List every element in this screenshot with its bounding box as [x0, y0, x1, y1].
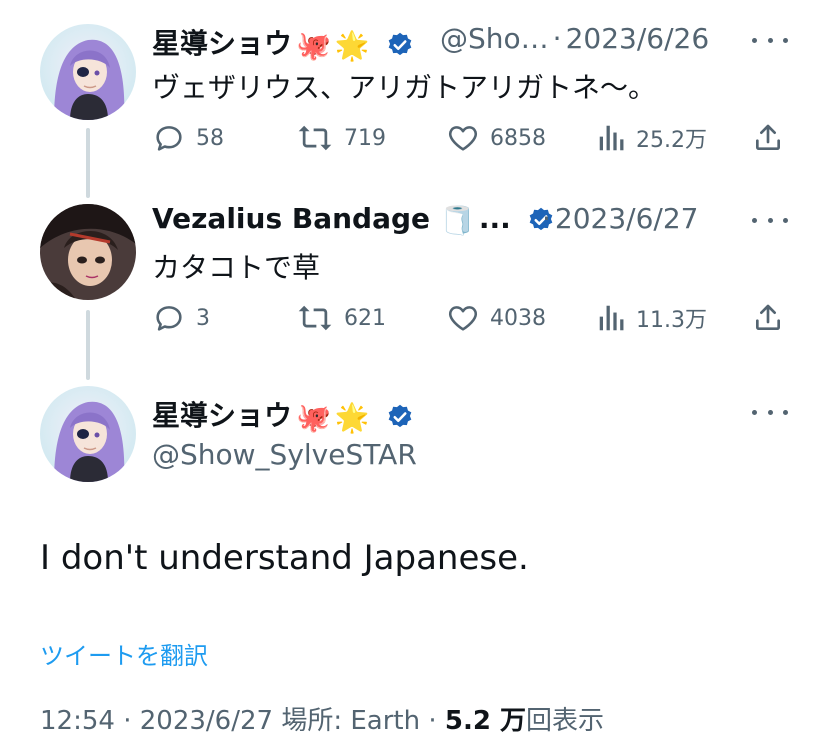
- tweet2-meta: · 2023/6/27: [542, 202, 698, 235]
- tweet1-share-button[interactable]: [752, 118, 794, 158]
- thread-line-2: [86, 310, 90, 380]
- thread-line-1: [86, 128, 90, 198]
- tweet1-actions: 58 719 6858 25.2万: [152, 118, 788, 158]
- avatar-shou-main[interactable]: [40, 386, 136, 482]
- tweet1-name-text: 星導ショウ: [152, 27, 293, 60]
- tweet2-name-ellipsis: ...: [478, 202, 511, 235]
- tweet2-retweet-count: 621: [344, 305, 386, 331]
- tweet2-reply-count: 3: [196, 305, 210, 331]
- tweet2-like-count: 4038: [490, 305, 546, 331]
- tweet1-reply-button[interactable]: 58: [152, 118, 224, 158]
- tweet2-like-button[interactable]: 4038: [446, 298, 546, 338]
- tweet2-sep: ·: [542, 202, 551, 235]
- tweet2-more-icon[interactable]: [752, 206, 788, 234]
- footer-views-label: 回表示: [526, 706, 605, 736]
- verified-badge-icon: [388, 32, 411, 56]
- avatar-vezalius[interactable]: [40, 204, 136, 300]
- tweet-footer: 12:54 · 2023/6/27 場所: Earth · 5.2 万回表示: [40, 700, 604, 737]
- views-icon: [599, 125, 624, 151]
- views-icon: [599, 305, 624, 331]
- tweet1-reply-count: 58: [196, 125, 224, 151]
- reply-icon: [156, 306, 182, 331]
- tweet1-sep: ·: [552, 22, 562, 55]
- star-emoji: 🌟: [334, 28, 370, 62]
- main-name-text: 星導ショウ: [152, 399, 293, 432]
- footer-date[interactable]: 2023/6/27: [140, 706, 273, 736]
- share-icon: [756, 304, 780, 330]
- tweet1-date[interactable]: 2023/6/26: [566, 22, 710, 55]
- reply-icon: [156, 126, 182, 151]
- tweet1-more-icon[interactable]: [752, 26, 788, 54]
- tweet1-text: ヴェザリウス、アリガトアリガトネ〜。: [152, 71, 657, 104]
- tweet2-name-text: Vezalius Bandage: [152, 202, 431, 235]
- tweet1-views-button[interactable]: 25.2万: [598, 118, 707, 158]
- footer-views-count: 5.2 万: [444, 706, 526, 736]
- tweet2-views-count: 11.3万: [636, 308, 707, 333]
- tweet2-actions: 3 621 4038 11.3万: [152, 298, 788, 338]
- heart-icon: [448, 306, 478, 331]
- avatar-shou[interactable]: [40, 24, 136, 120]
- heart-icon: [448, 126, 478, 151]
- main-handle[interactable]: @Show_SylveSTAR: [152, 438, 417, 471]
- tweet1-author-name[interactable]: 星導ショウ 🐙 🌟: [152, 22, 414, 62]
- tweet1-retweet-count: 719: [344, 125, 386, 151]
- star-emoji: 🌟: [334, 400, 370, 434]
- tweet2-views-button[interactable]: 11.3万: [598, 298, 707, 338]
- tweet2-author-name[interactable]: Vezalius Bandage 🧻...: [152, 202, 555, 237]
- tweet2-date[interactable]: 2023/6/27: [555, 202, 699, 235]
- tweet1-like-button[interactable]: 6858: [446, 118, 546, 158]
- tweet1-handle[interactable]: @Sho…: [440, 22, 549, 55]
- octopus-emoji: 🐙: [296, 400, 331, 434]
- tweet1-meta: @Sho… · 2023/6/26: [440, 22, 709, 55]
- footer-sep-2: ·: [428, 706, 437, 736]
- footer-time[interactable]: 12:54: [40, 706, 115, 736]
- share-icon: [756, 124, 780, 150]
- tweet2-reply-button[interactable]: 3: [152, 298, 210, 338]
- tweet2-retweet-button[interactable]: 621: [296, 298, 386, 338]
- toilet-paper-emoji: 🧻: [440, 203, 475, 237]
- verified-badge-icon: [388, 404, 411, 428]
- octopus-emoji: 🐙: [296, 28, 331, 62]
- footer-sep-1: ·: [123, 706, 132, 736]
- tweet2-share-button[interactable]: [752, 298, 794, 338]
- main-more-icon[interactable]: [752, 398, 788, 426]
- main-author-name[interactable]: 星導ショウ 🐙 🌟: [152, 394, 414, 434]
- tweet2-text: カタコトで草: [152, 251, 321, 284]
- main-tweet-text: I don't understand Japanese.: [40, 538, 529, 578]
- footer-location: 場所: Earth: [281, 706, 421, 736]
- retweet-icon: [298, 125, 332, 151]
- tweet1-views-count: 25.2万: [636, 128, 707, 153]
- translate-link[interactable]: ツイートを翻訳: [40, 636, 208, 671]
- tweet1-like-count: 6858: [490, 125, 546, 151]
- tweet1-retweet-button[interactable]: 719: [296, 118, 386, 158]
- retweet-icon: [298, 305, 332, 331]
